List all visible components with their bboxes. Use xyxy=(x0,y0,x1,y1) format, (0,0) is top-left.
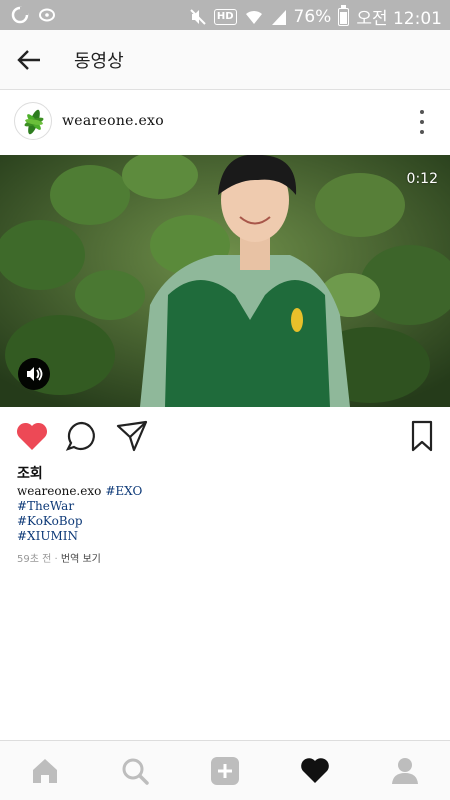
battery-percent: 76% xyxy=(293,6,332,27)
post-actions xyxy=(0,418,450,458)
bottom-nav xyxy=(0,740,450,800)
sound-toggle-icon[interactable] xyxy=(18,358,50,390)
more-options-icon[interactable] xyxy=(416,110,428,134)
caption-username[interactable]: weareone.exo xyxy=(17,484,101,498)
post-caption: weareone.exo #EXO #TheWar #KoKoBop #XIUMI… xyxy=(17,484,142,544)
post-username[interactable]: weareone.exo xyxy=(62,113,164,129)
mute-icon xyxy=(190,8,206,25)
exo-leaf-logo-icon xyxy=(24,109,44,135)
video-frame xyxy=(0,155,450,407)
see-translation-link[interactable]: 번역 보기 xyxy=(61,554,101,565)
status-time: 오전 12:01 xyxy=(356,9,442,29)
home-icon[interactable] xyxy=(29,755,61,787)
signal-icon xyxy=(271,9,286,25)
activity-heart-icon[interactable] xyxy=(299,755,331,787)
hashtag-kokobop[interactable]: #KoKoBop xyxy=(17,514,142,529)
app-bar: 동영상 xyxy=(0,30,450,90)
search-icon[interactable] xyxy=(119,755,151,787)
wifi-icon xyxy=(245,10,262,24)
post-meta: 59초 전 · 번역 보기 xyxy=(17,550,101,565)
hashtag-thewar[interactable]: #TheWar xyxy=(17,499,142,514)
hd-badge: HD xyxy=(213,8,237,25)
add-icon[interactable] xyxy=(209,755,241,787)
page-title: 동영상 xyxy=(74,51,124,72)
comment-icon[interactable] xyxy=(64,418,100,454)
post-time-ago: 59초 전 xyxy=(17,554,52,565)
hashtag-xiumin[interactable]: #XIUMIN xyxy=(17,529,142,544)
back-arrow-icon[interactable] xyxy=(14,45,44,75)
instagram-video-screen: HD 76% 오전 12:01 동영상 weareone.exo 0:12 조회… xyxy=(0,0,450,800)
video-timecode: 0:12 xyxy=(406,171,438,187)
status-bar: HD 76% 오전 12:01 xyxy=(0,0,450,30)
share-direct-icon[interactable] xyxy=(114,418,150,454)
profile-icon[interactable] xyxy=(389,755,421,787)
like-heart-icon[interactable] xyxy=(14,418,50,454)
battery-icon xyxy=(338,4,350,26)
hashtag-exo[interactable]: #EXO xyxy=(105,484,142,498)
post-header: weareone.exo xyxy=(0,92,450,154)
avatar[interactable] xyxy=(14,102,52,140)
video-player[interactable]: 0:12 xyxy=(0,155,450,407)
meta-separator: · xyxy=(54,554,58,565)
save-bookmark-icon[interactable] xyxy=(404,418,440,454)
notification-icon xyxy=(39,8,55,22)
app-icon xyxy=(11,6,29,24)
views-label: 조회 xyxy=(17,466,43,482)
